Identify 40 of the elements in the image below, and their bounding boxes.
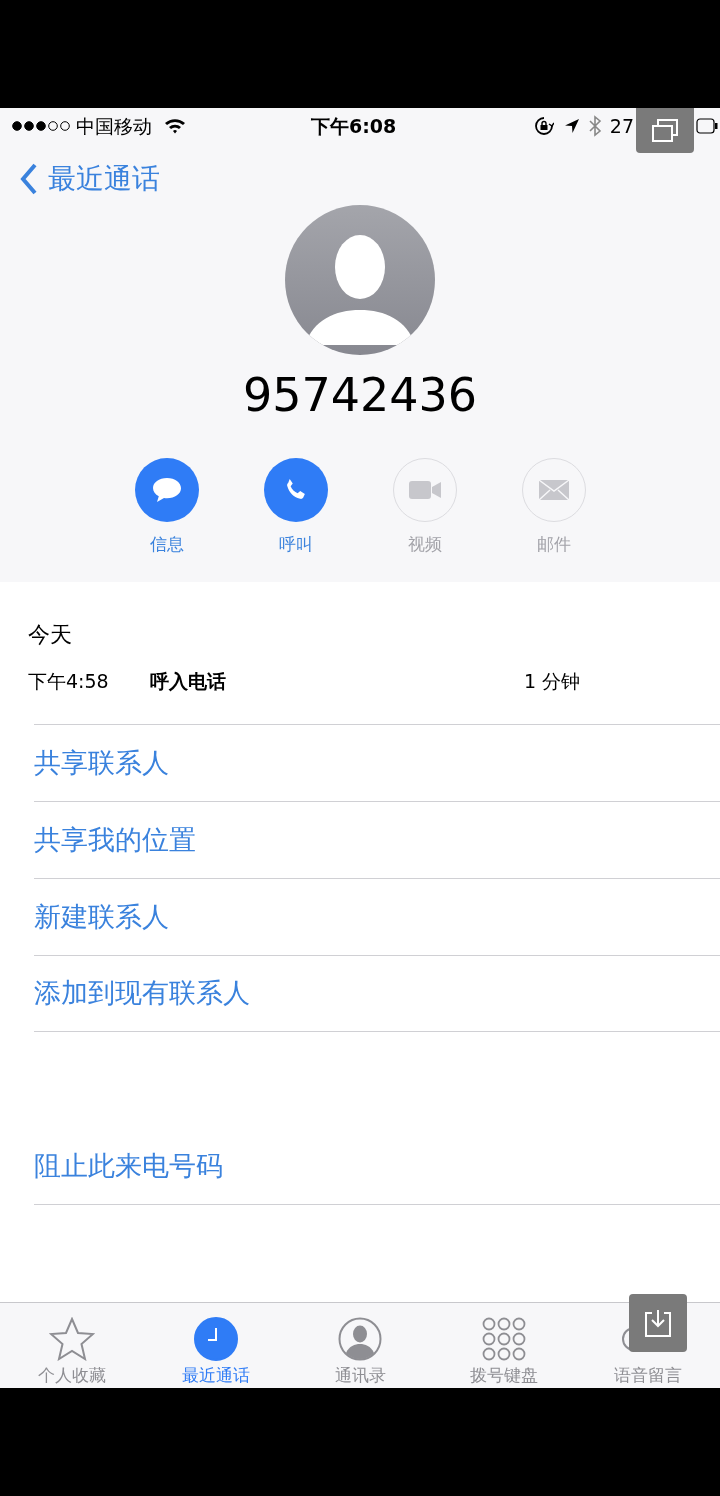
tab-bar-item[interactable]: 拨号键盘 [432,1303,576,1388]
block-caller-option[interactable]: 阻止此来电号码 [34,1128,720,1205]
back-chevron-icon [20,163,38,195]
message-action-button[interactable]: 信息 [102,458,231,554]
call-duration: 1 分钟 [524,669,581,693]
tab-bar-item[interactable]: 个人收藏 [0,1303,144,1388]
speech-bubble-icon [151,477,182,503]
wifi-icon [164,118,186,134]
video-camera-icon [407,479,442,501]
star-icon [49,1317,95,1361]
copy-overlay-button[interactable] [636,108,694,153]
battery-icon [696,118,718,134]
download-icon [644,1308,672,1338]
location-arrow-icon [563,118,580,134]
bluetooth-icon [587,115,602,137]
status-time: 下午6:08 [311,113,397,139]
envelope-icon [537,479,570,501]
history-date: 今天 [28,621,73,649]
copy-icon [651,118,679,143]
rotation-lock-icon [533,116,554,136]
phone-number: 95742436 [242,370,478,420]
download-overlay-button[interactable] [629,1294,687,1352]
contact-option[interactable]: 添加到现有联系人 [34,955,720,1032]
video-action-button[interactable]: 视频 [360,458,489,554]
tab-bar-item[interactable]: 最近通话 [144,1303,288,1388]
call-action-button[interactable]: 呼叫 [231,458,360,554]
tab-bar-item[interactable]: 通讯录 [288,1303,432,1388]
contact-option[interactable]: 新建联系人 [34,878,720,955]
clock-icon [194,1317,238,1361]
contact-option[interactable]: 共享联系人 [34,724,720,801]
back-button[interactable]: 最近通话 [20,158,160,200]
call-time: 下午4:58 [28,669,110,693]
battery-percent: 27 [609,113,634,139]
mail-action-button[interactable]: 邮件 [489,458,618,554]
carrier-name: 中国移动 [76,113,152,139]
call-type: 呼入电话 [150,669,227,693]
keypad-icon [482,1317,526,1361]
contact-option[interactable]: 共享我的位置 [34,801,720,878]
person-circle-icon [338,1317,382,1361]
signal-strength-icon [12,121,70,131]
